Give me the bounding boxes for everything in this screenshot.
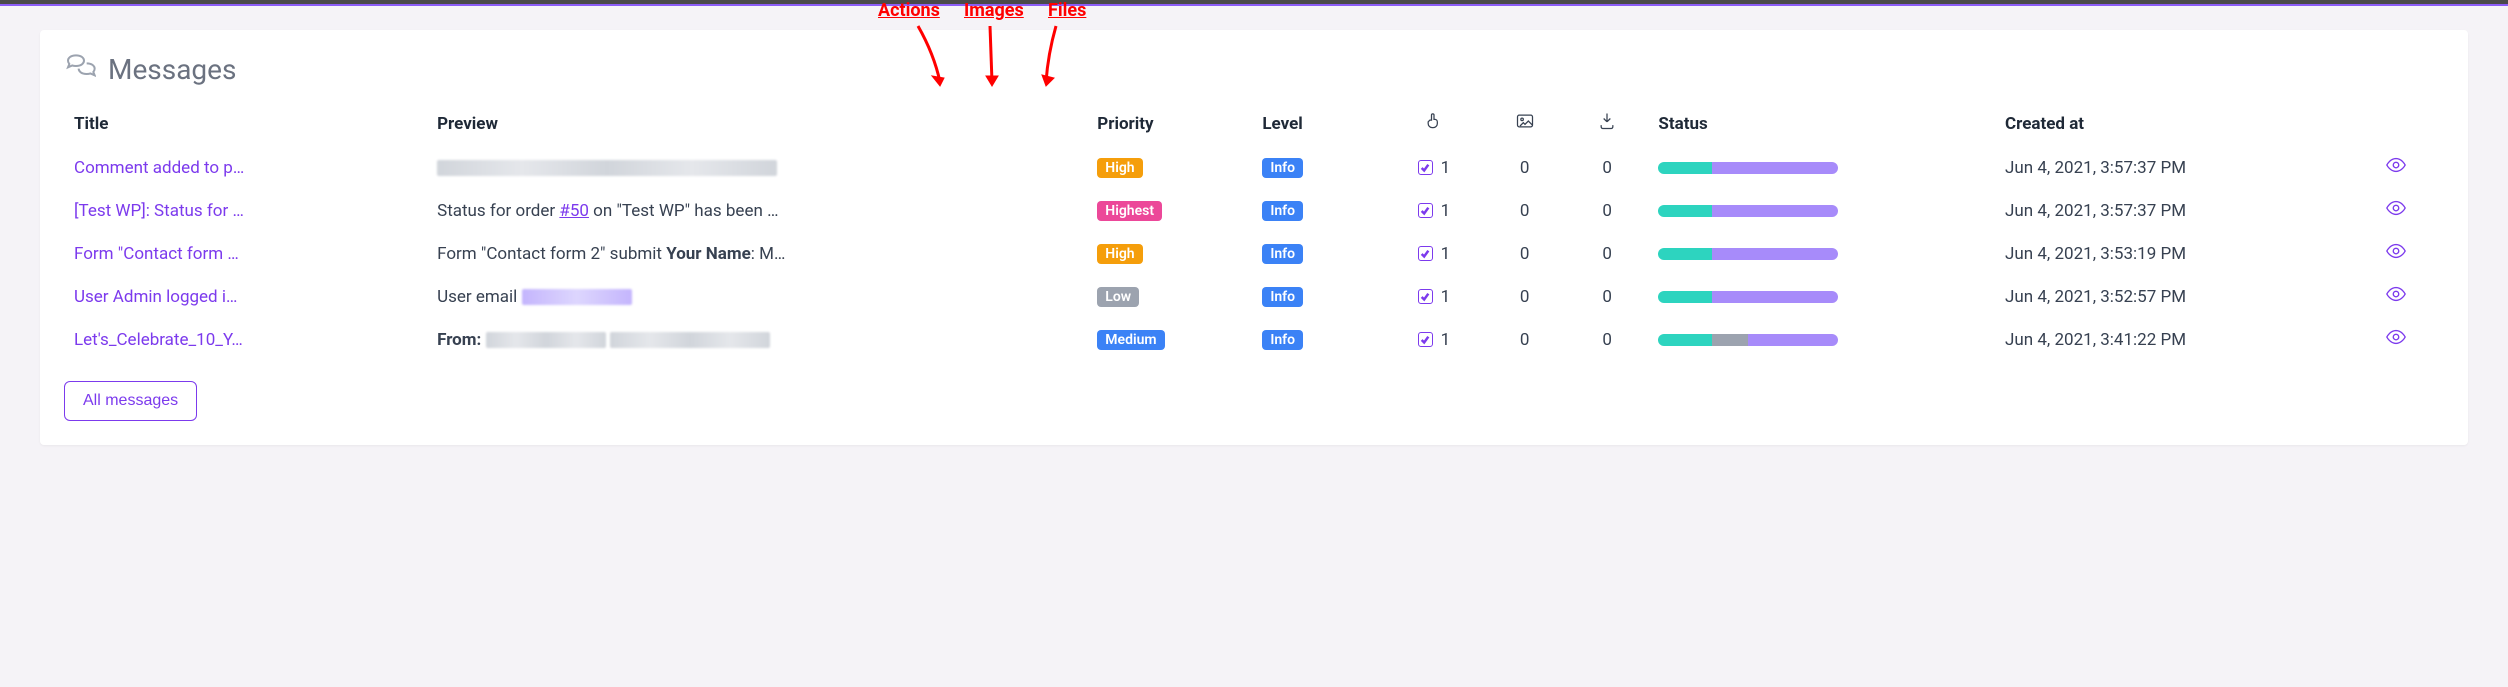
priority-badge: Medium bbox=[1097, 330, 1164, 350]
level-badge: Info bbox=[1262, 287, 1303, 307]
messages-icon bbox=[64, 50, 96, 89]
created-at: Jun 4, 2021, 3:52:57 PM bbox=[1995, 275, 2375, 318]
files-count: 0 bbox=[1566, 189, 1649, 232]
status-bar bbox=[1658, 205, 1838, 217]
checkbox-icon bbox=[1418, 203, 1433, 218]
level-badge: Info bbox=[1262, 330, 1303, 350]
message-title-link[interactable]: Comment added to p… bbox=[74, 158, 244, 178]
checkbox-icon bbox=[1418, 246, 1433, 261]
created-at: Jun 4, 2021, 3:57:37 PM bbox=[1995, 189, 2375, 232]
view-button[interactable] bbox=[2385, 204, 2407, 224]
checkbox-icon bbox=[1418, 160, 1433, 175]
col-title[interactable]: Title bbox=[64, 103, 427, 146]
col-status[interactable]: Status bbox=[1648, 103, 1995, 146]
message-title-link[interactable]: [Test WP]: Status for … bbox=[74, 201, 244, 221]
actions-count: 1 bbox=[1441, 158, 1451, 178]
table-row: Form "Contact form … Form "Contact form 2… bbox=[64, 232, 2444, 275]
page-title: Messages bbox=[108, 53, 236, 86]
message-title-link[interactable]: Form "Contact form … bbox=[74, 244, 239, 264]
actions-count: 1 bbox=[1441, 244, 1451, 264]
messages-card: Actions Images Files bbox=[40, 30, 2468, 445]
message-preview: Form "Contact form 2" submit Your Name: … bbox=[427, 232, 1087, 275]
images-count: 0 bbox=[1483, 318, 1566, 361]
col-level[interactable]: Level bbox=[1252, 103, 1384, 146]
status-bar bbox=[1658, 248, 1838, 260]
message-preview bbox=[427, 146, 1087, 189]
page-heading: Messages bbox=[64, 50, 2444, 89]
pointer-icon bbox=[1424, 116, 1444, 136]
view-button[interactable] bbox=[2385, 161, 2407, 181]
actions-cell: 1 bbox=[1418, 201, 1451, 221]
view-button[interactable] bbox=[2385, 247, 2407, 267]
files-count: 0 bbox=[1566, 232, 1649, 275]
files-count: 0 bbox=[1566, 275, 1649, 318]
images-count: 0 bbox=[1483, 232, 1566, 275]
col-view bbox=[2375, 103, 2444, 146]
created-at: Jun 4, 2021, 3:53:19 PM bbox=[1995, 232, 2375, 275]
checkbox-icon bbox=[1418, 332, 1433, 347]
table-row: [Test WP]: Status for … Status for order … bbox=[64, 189, 2444, 232]
status-bar bbox=[1658, 162, 1838, 174]
level-badge: Info bbox=[1262, 158, 1303, 178]
created-at: Jun 4, 2021, 3:41:22 PM bbox=[1995, 318, 2375, 361]
col-images[interactable] bbox=[1483, 103, 1566, 146]
col-preview[interactable]: Preview bbox=[427, 103, 1087, 146]
created-at: Jun 4, 2021, 3:57:37 PM bbox=[1995, 146, 2375, 189]
status-bar bbox=[1658, 334, 1838, 346]
image-icon bbox=[1515, 116, 1535, 136]
col-created[interactable]: Created at bbox=[1995, 103, 2375, 146]
message-title-link[interactable]: Let's_Celebrate_10_Y… bbox=[74, 330, 243, 350]
images-count: 0 bbox=[1483, 275, 1566, 318]
message-preview: Status for order #50 on "Test WP" has be… bbox=[427, 189, 1087, 232]
message-preview: From: bbox=[427, 318, 1087, 361]
table-row: Comment added to p… High Info 1 00 Jun 4, 20… bbox=[64, 146, 2444, 189]
actions-cell: 1 bbox=[1418, 158, 1451, 178]
message-title-link[interactable]: User Admin logged i… bbox=[74, 287, 237, 307]
messages-table: Title Preview Priority Level bbox=[64, 103, 2444, 361]
priority-badge: Highest bbox=[1097, 201, 1162, 221]
actions-cell: 1 bbox=[1418, 244, 1451, 264]
view-button[interactable] bbox=[2385, 333, 2407, 353]
actions-cell: 1 bbox=[1418, 330, 1451, 350]
level-badge: Info bbox=[1262, 201, 1303, 221]
col-priority[interactable]: Priority bbox=[1087, 103, 1252, 146]
status-bar bbox=[1658, 291, 1838, 303]
checkbox-icon bbox=[1418, 289, 1433, 304]
download-icon bbox=[1597, 116, 1617, 136]
table-row: Let's_Celebrate_10_Y… From: Medium Info 1 00… bbox=[64, 318, 2444, 361]
col-files[interactable] bbox=[1566, 103, 1649, 146]
actions-cell: 1 bbox=[1418, 287, 1451, 307]
col-actions[interactable] bbox=[1384, 103, 1483, 146]
actions-count: 1 bbox=[1441, 287, 1451, 307]
images-count: 0 bbox=[1483, 189, 1566, 232]
files-count: 0 bbox=[1566, 146, 1649, 189]
files-count: 0 bbox=[1566, 318, 1649, 361]
table-header-row: Title Preview Priority Level bbox=[64, 103, 2444, 146]
priority-badge: Low bbox=[1097, 287, 1139, 307]
actions-count: 1 bbox=[1441, 201, 1451, 221]
priority-badge: High bbox=[1097, 244, 1142, 264]
actions-count: 1 bbox=[1441, 330, 1451, 350]
all-messages-button[interactable]: All messages bbox=[64, 381, 197, 421]
message-preview: User email bbox=[427, 275, 1087, 318]
table-row: User Admin logged i… User email Low Info 1 0… bbox=[64, 275, 2444, 318]
view-button[interactable] bbox=[2385, 290, 2407, 310]
images-count: 0 bbox=[1483, 146, 1566, 189]
priority-badge: High bbox=[1097, 158, 1142, 178]
level-badge: Info bbox=[1262, 244, 1303, 264]
